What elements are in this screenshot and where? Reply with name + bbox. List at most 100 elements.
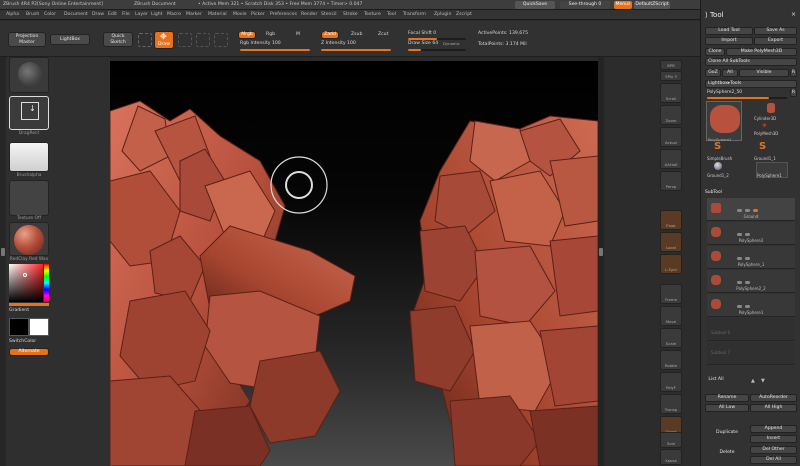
rotate-icon[interactable] [214, 33, 228, 47]
frame-button[interactable]: Frame [660, 284, 682, 304]
menu-tool[interactable]: Tool [387, 12, 396, 17]
toggle-icon[interactable] [745, 233, 750, 236]
menus-toggle[interactable]: Menus [614, 1, 632, 9]
subtool-item[interactable]: PolySphere1 [707, 294, 795, 317]
zadd-button[interactable]: Zadd [321, 31, 339, 39]
draw-button[interactable]: ✥ Draw [154, 31, 174, 49]
lightbox-button[interactable]: LightBox [50, 34, 90, 45]
see-through-slider[interactable]: See-through 0 [560, 1, 610, 9]
menu-file[interactable]: File [122, 12, 130, 17]
menu-layer[interactable]: Layer [135, 12, 148, 17]
bpr-button[interactable]: BPR [660, 60, 682, 70]
subtool-item[interactable]: Ground [707, 198, 795, 221]
polymesh-star-icon[interactable]: ✶ [761, 121, 768, 130]
eye-icon[interactable] [737, 281, 742, 284]
arrow-down-icon[interactable]: ▼ [761, 378, 765, 384]
eye-icon[interactable] [737, 233, 742, 236]
zcut-button[interactable]: Zcut [378, 32, 388, 37]
clone-button[interactable]: Clone [705, 48, 725, 56]
simplebrush-icon[interactable]: S [714, 141, 721, 152]
hue-strip[interactable] [44, 264, 49, 302]
menu-material[interactable]: Material [208, 12, 227, 17]
rgb-button[interactable]: Rgb [266, 32, 275, 37]
xpose-button[interactable]: Xpose [660, 449, 682, 465]
floor-button[interactable]: Floor [660, 210, 682, 230]
eye-icon[interactable] [737, 209, 742, 212]
sphere-tool-icon[interactable] [714, 162, 722, 170]
polyf-button[interactable]: PolyF [660, 372, 682, 392]
quick-sketch-button[interactable]: Quick Sketch [103, 32, 133, 47]
subtool-item-empty[interactable]: Subtool 6 [707, 318, 795, 341]
toggle-icon[interactable] [745, 257, 750, 260]
menu-transform[interactable]: Transform [403, 12, 426, 17]
menu-macro[interactable]: Macro [167, 12, 181, 17]
r-button[interactable]: R [790, 69, 797, 77]
cylinder-icon[interactable] [761, 101, 781, 117]
menu-brush[interactable]: Brush [26, 12, 39, 17]
ground-icon[interactable]: S [759, 141, 766, 152]
rotate-view-button[interactable]: Rotate [660, 350, 682, 370]
menu-texture[interactable]: Texture [364, 12, 381, 17]
left-tray[interactable] [0, 57, 6, 466]
spix-button[interactable]: SPix 3 [660, 71, 682, 81]
zoom-button[interactable]: Zoom [660, 105, 682, 125]
scale-view-button[interactable]: Scale [660, 328, 682, 348]
all-low-button[interactable]: All Low [705, 404, 749, 412]
material-thumbnail[interactable] [9, 222, 49, 256]
brush-toggle-icon[interactable] [753, 209, 758, 212]
scroll-button[interactable]: Scroll [660, 83, 682, 103]
duplicate-button[interactable]: Duplicate [705, 430, 749, 438]
subtool-item[interactable]: PolySphere2_2 [707, 270, 795, 293]
autoreorder-button[interactable]: AutoReorder [750, 394, 797, 402]
z-intensity-slider[interactable] [321, 49, 391, 51]
dynamic-toggle[interactable]: Dynamic [443, 41, 460, 46]
toggle-icon[interactable] [745, 305, 750, 308]
subtool-header[interactable]: SubTool [705, 190, 722, 195]
insert-button[interactable]: Insert [750, 435, 797, 443]
persp-button[interactable]: Persp [660, 171, 682, 191]
zsub-button[interactable]: Zsub [351, 32, 362, 37]
menu-render[interactable]: Render [301, 12, 317, 17]
append-button[interactable]: Append [750, 425, 797, 433]
stroke-thumbnail[interactable]: ↓ [9, 96, 49, 130]
subtool-item[interactable]: PolySphere2 [707, 222, 795, 245]
move-icon[interactable] [178, 33, 192, 47]
projection-master-button[interactable]: Projection Master [8, 32, 46, 47]
del-all-button[interactable]: Del All [750, 456, 797, 464]
subtool-item[interactable]: PolySphere_1 [707, 246, 795, 269]
palette-close-icon[interactable]: × [791, 11, 796, 18]
delete-button[interactable]: Delete [705, 450, 749, 458]
toggle-icon[interactable] [745, 281, 750, 284]
menu-stroke[interactable]: Stroke [343, 12, 358, 17]
eye-icon[interactable] [737, 257, 742, 260]
tool-thumb-polysphere2[interactable] [706, 101, 742, 141]
quicksave-button[interactable]: QuickSave [515, 1, 555, 9]
menu-draw[interactable]: Draw [92, 12, 104, 17]
menu-movie[interactable]: Movie [233, 12, 247, 17]
goz-all-button[interactable]: All [722, 69, 738, 77]
subtool-item-empty[interactable]: Subtool 7 [707, 342, 795, 365]
scale-icon[interactable] [196, 33, 210, 47]
left-tray-handle[interactable] [1, 248, 5, 256]
document-canvas[interactable] [110, 61, 598, 466]
menu-marker[interactable]: Marker [186, 12, 202, 17]
actual-button[interactable]: Actual [660, 127, 682, 147]
switch-color-button[interactable]: SwitchColor [9, 339, 36, 344]
del-other-button[interactable]: Del Other [750, 446, 797, 454]
texture-thumbnail[interactable] [9, 180, 49, 216]
default-zscript-button[interactable]: DefaultZScript [634, 1, 670, 9]
import-button[interactable]: Import [705, 37, 753, 45]
menu-stencil[interactable]: Stencil [321, 12, 337, 17]
secondary-color[interactable] [29, 318, 49, 336]
r-button-2[interactable]: R [790, 89, 797, 97]
right-tray[interactable] [598, 57, 604, 466]
m-button[interactable]: M [296, 32, 300, 37]
eye-icon[interactable] [737, 305, 742, 308]
menu-zplugin[interactable]: Zplugin [434, 12, 451, 17]
list-all-button[interactable]: List All [705, 377, 727, 385]
gradient-label[interactable]: Gradient [9, 308, 29, 313]
load-tool-button[interactable]: Load Tool [705, 27, 753, 35]
arrow-up-icon[interactable]: ▲ [751, 378, 755, 384]
color-picker-square[interactable] [9, 264, 43, 302]
main-color[interactable] [9, 318, 29, 336]
